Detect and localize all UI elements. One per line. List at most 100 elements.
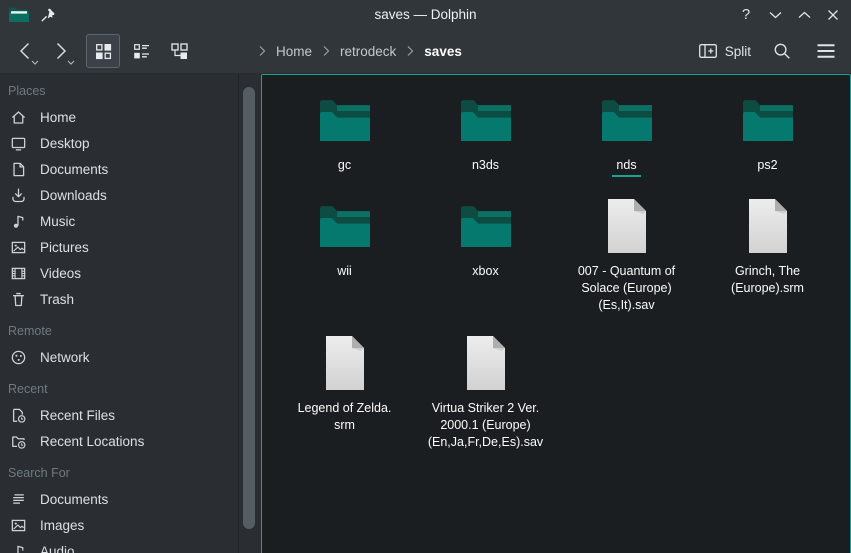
section-header-remote: Remote xyxy=(0,318,238,344)
file-icon xyxy=(746,198,790,254)
trash-icon xyxy=(10,291,27,308)
item-label: wii xyxy=(337,263,352,280)
folder-item-gc[interactable]: gc xyxy=(274,87,415,193)
folder-icon xyxy=(317,92,373,148)
item-label: gc xyxy=(338,157,351,174)
folder-item-wii[interactable]: wii xyxy=(274,193,415,330)
sidebar-item-music[interactable]: Music xyxy=(0,208,238,234)
sidebar-item-search-audio[interactable]: Audio xyxy=(0,538,238,553)
back-button[interactable] xyxy=(10,35,40,67)
details-view-button[interactable] xyxy=(124,34,158,68)
sidebar-item-label: Recent Locations xyxy=(40,434,144,449)
titlebar[interactable]: saves — Dolphin ? xyxy=(0,0,851,29)
file-grid: gc n3ds nds ps2 xyxy=(262,75,850,467)
sidebar-item-documents[interactable]: Documents xyxy=(0,156,238,182)
sidebar-item-label: Audio xyxy=(40,544,75,553)
details-view-icon xyxy=(132,42,151,61)
sidebar-item-label: Desktop xyxy=(40,136,90,151)
hamburger-menu-button[interactable] xyxy=(811,36,841,66)
item-label: n3ds xyxy=(472,157,499,174)
document-icon xyxy=(10,161,27,178)
folder-icon xyxy=(458,198,514,254)
forward-button[interactable] xyxy=(46,35,76,67)
file-item-legend-of-zelda[interactable]: Legend of Zelda. srm xyxy=(274,330,415,467)
places-scrollbar-thumb[interactable] xyxy=(243,87,255,529)
breadcrumb-retrodeck[interactable]: retrodeck xyxy=(336,42,400,61)
places-panel: Places Home Desktop Documents Downloads xyxy=(0,74,238,553)
tree-view-icon xyxy=(170,42,189,61)
folder-icon xyxy=(458,92,514,148)
music-note-icon xyxy=(10,213,27,230)
split-icon xyxy=(698,42,718,60)
sidebar-item-downloads[interactable]: Downloads xyxy=(0,182,238,208)
sidebar-item-recent-files[interactable]: Recent Files xyxy=(0,402,238,428)
file-item-007-quantum-of-solace[interactable]: 007 - Quantum of Solace (Europe) (Es,It)… xyxy=(556,193,697,330)
section-header-recent: Recent xyxy=(0,376,238,402)
sidebar-item-label: Recent Files xyxy=(40,408,115,423)
sidebar-item-desktop[interactable]: Desktop xyxy=(0,130,238,156)
sidebar-item-label: Downloads xyxy=(40,188,107,203)
forward-history-caret-icon xyxy=(67,60,75,65)
sidebar-item-search-images[interactable]: Images xyxy=(0,512,238,538)
sidebar-item-trash[interactable]: Trash xyxy=(0,286,238,312)
file-item-grinch-the[interactable]: Grinch, The (Europe).srm xyxy=(697,193,838,330)
file-item-virtua-striker-2[interactable]: Virtua Striker 2 Ver. 2000.1 (Europe) (E… xyxy=(415,330,556,467)
sidebar-item-home[interactable]: Home xyxy=(0,104,238,130)
chevron-right-icon xyxy=(406,45,414,57)
home-icon xyxy=(10,109,27,126)
sidebar-item-search-documents[interactable]: Documents xyxy=(0,486,238,512)
folder-item-ps2[interactable]: ps2 xyxy=(697,87,838,193)
sidebar-item-label: Music xyxy=(40,214,75,229)
folder-item-nds[interactable]: nds xyxy=(556,87,697,193)
folder-icon xyxy=(599,92,655,148)
close-icon[interactable] xyxy=(823,5,843,25)
window-title: saves — Dolphin xyxy=(0,7,851,22)
sidebar-item-network[interactable]: Network xyxy=(0,344,238,370)
section-places: Places Home Desktop Documents Downloads xyxy=(0,78,238,312)
split-label: Split xyxy=(725,44,751,59)
split-button[interactable]: Split xyxy=(696,38,753,64)
folder-icon xyxy=(740,92,796,148)
breadcrumb-saves[interactable]: saves xyxy=(420,42,466,61)
toolbar: Home retrodeck saves Split xyxy=(0,29,851,74)
hamburger-menu-icon xyxy=(816,43,836,59)
section-recent: Recent Recent Files Recent Locations xyxy=(0,376,238,454)
search-button[interactable] xyxy=(767,36,797,66)
sidebar-item-label: Pictures xyxy=(40,240,89,255)
sidebar-item-label: Images xyxy=(40,518,84,533)
section-header-search-for: Search For xyxy=(0,460,238,486)
folder-item-n3ds[interactable]: n3ds xyxy=(415,87,556,193)
sidebar-item-label: Network xyxy=(40,350,90,365)
item-label: Legend of Zelda. srm xyxy=(298,400,392,434)
film-icon xyxy=(10,265,27,282)
icons-view-button[interactable] xyxy=(86,34,120,68)
places-scrollbar-track[interactable] xyxy=(238,74,261,553)
breadcrumb: Home retrodeck saves xyxy=(258,42,466,61)
item-label: ps2 xyxy=(757,157,777,174)
app-folder-icon xyxy=(8,6,30,24)
recent-locations-icon xyxy=(10,433,27,450)
sidebar-item-videos[interactable]: Videos xyxy=(0,260,238,286)
section-remote: Remote Network xyxy=(0,318,238,370)
search-icon xyxy=(772,41,792,61)
icons-view-icon xyxy=(94,42,113,61)
folder-icon xyxy=(317,198,373,254)
sidebar-item-label: Videos xyxy=(40,266,81,281)
tree-view-button[interactable] xyxy=(162,34,196,68)
maximize-icon[interactable] xyxy=(794,5,814,25)
help-icon[interactable]: ? xyxy=(736,5,756,25)
image-icon xyxy=(10,239,27,256)
sidebar-item-label: Home xyxy=(40,110,76,125)
image-icon xyxy=(10,517,27,534)
desktop-icon xyxy=(10,135,27,152)
sidebar-item-pictures[interactable]: Pictures xyxy=(0,234,238,260)
chevron-right-icon xyxy=(322,45,330,57)
pin-icon[interactable] xyxy=(40,7,56,23)
breadcrumb-home[interactable]: Home xyxy=(272,42,316,61)
folder-view[interactable]: gc n3ds nds ps2 xyxy=(261,74,851,553)
minimize-icon[interactable] xyxy=(765,5,785,25)
sidebar-item-recent-locations[interactable]: Recent Locations xyxy=(0,428,238,454)
dolphin-window: saves — Dolphin ? xyxy=(0,0,851,553)
folder-item-xbox[interactable]: xbox xyxy=(415,193,556,330)
network-globe-icon xyxy=(10,349,27,366)
